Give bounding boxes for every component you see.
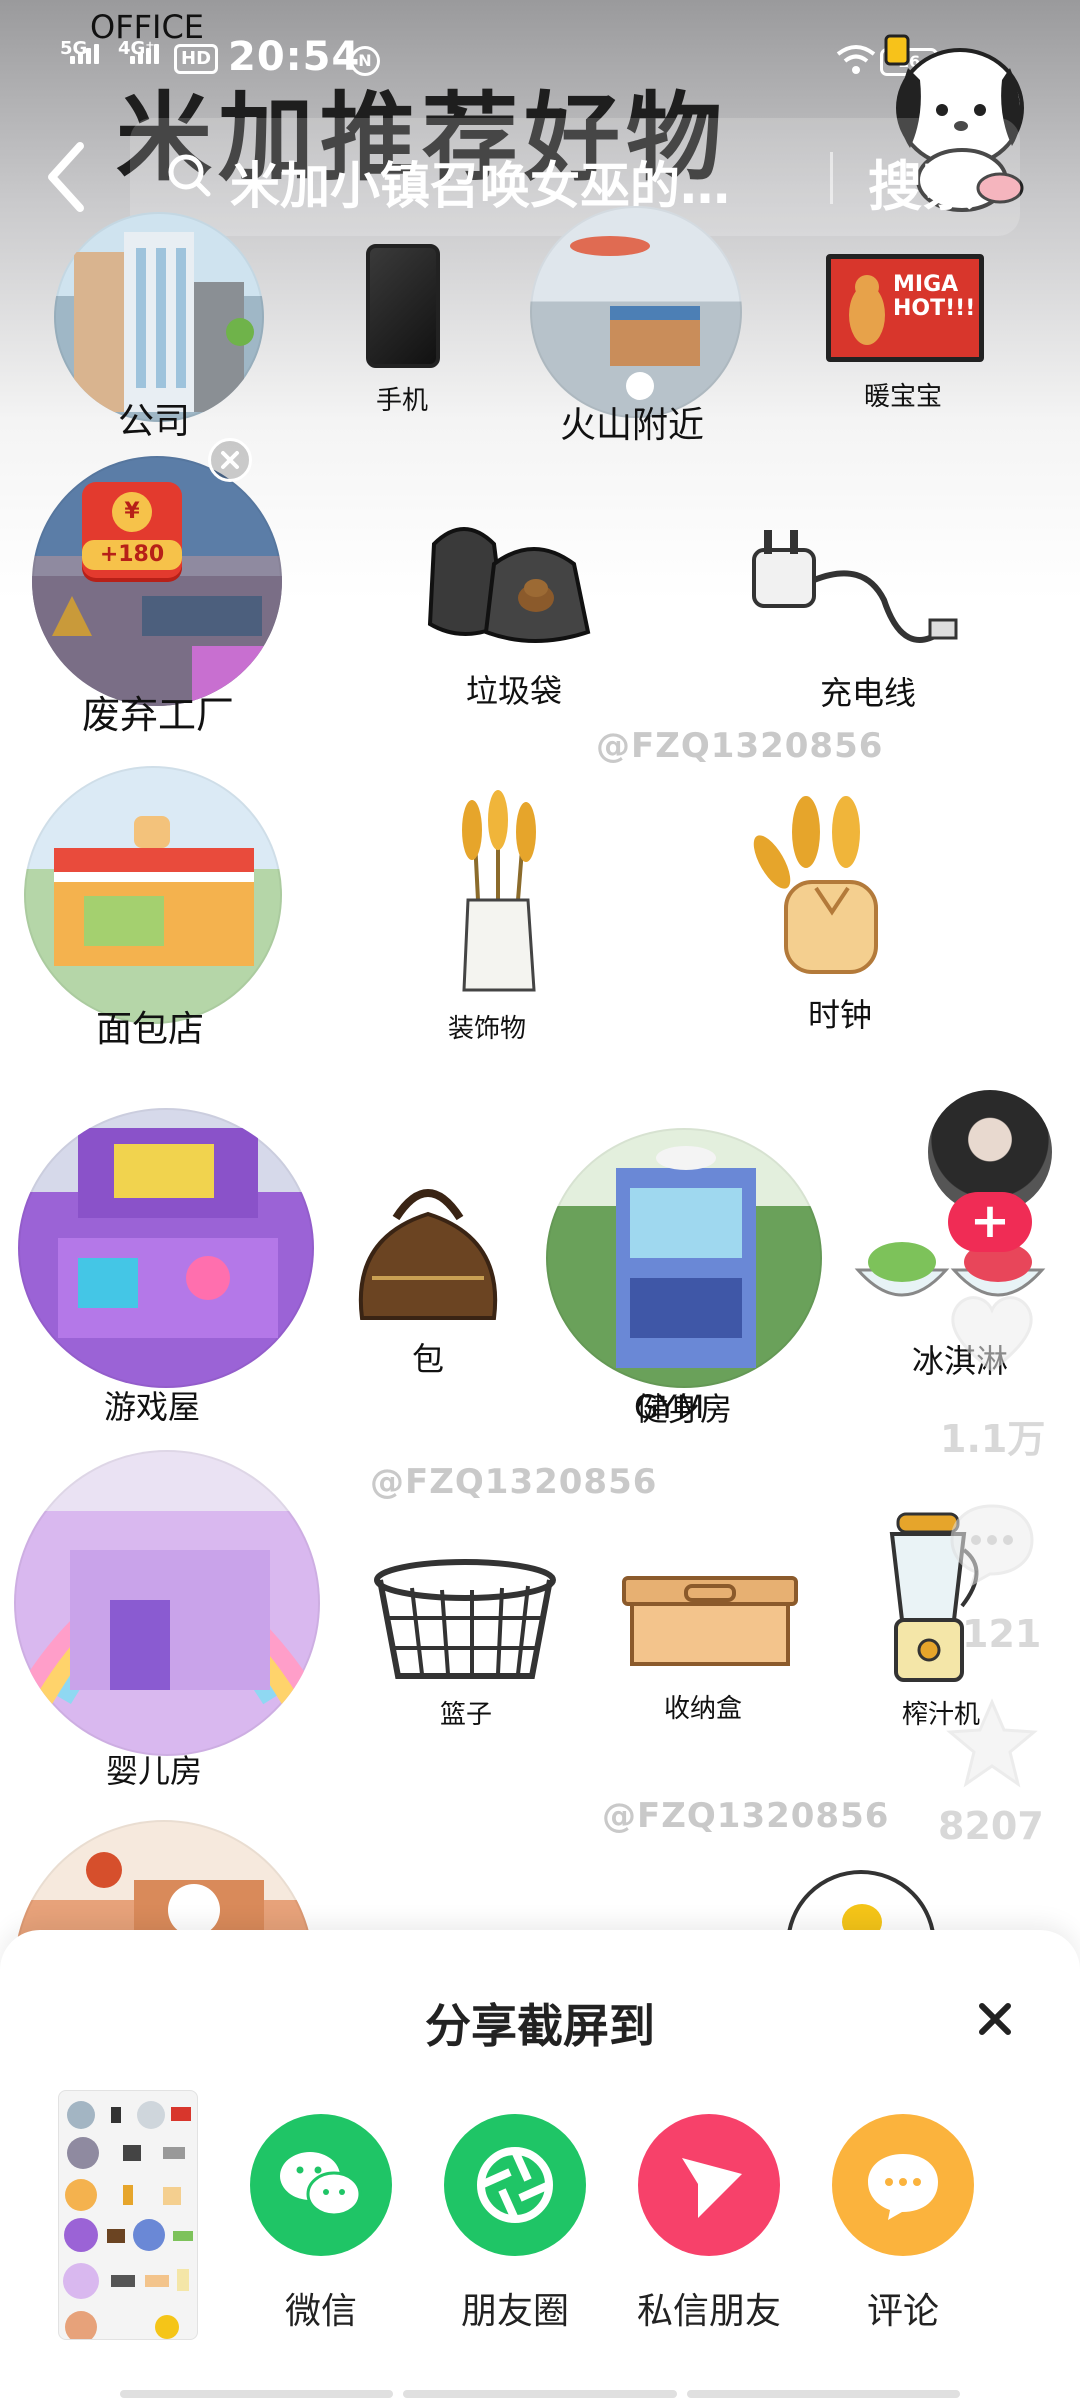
close-icon (979, 2003, 1011, 2035)
signal-bars-icon (70, 44, 99, 64)
share-sheet: 分享截屏到 微信 朋友圈 私信朋友 评论 (0, 1930, 1080, 2400)
nursery-label: 婴儿房 (106, 1752, 203, 1790)
watermark: @FZQ1320856 (602, 1796, 890, 1836)
search-button[interactable]: 搜索 (868, 142, 976, 221)
send-arrow-icon (638, 2114, 780, 2256)
moments-aperture-icon (444, 2114, 586, 2256)
phone-image (366, 244, 440, 368)
bakery-label: 面包店 (96, 1009, 205, 1050)
trash-bag-label: 垃圾袋 (466, 672, 563, 710)
game-house-label: 游戏屋 (104, 1388, 201, 1426)
share-dm-label: 私信朋友 (636, 2291, 781, 2332)
heart-icon[interactable] (944, 1290, 1040, 1376)
comment-count: 121 (962, 1612, 1042, 1656)
share-sheet-close-button[interactable] (970, 1994, 1020, 2044)
volcano-label: 火山附近 (560, 405, 705, 446)
company-label: 公司 (118, 401, 191, 442)
comment-bubble-icon (832, 2114, 974, 2256)
decoration-label: 装饰物 (448, 1014, 527, 1044)
comment-icon[interactable] (946, 1500, 1038, 1586)
chevron-left-icon (48, 142, 84, 212)
share-comment-label: 评论 (866, 2291, 939, 2332)
storage-box-label: 收纳盒 (664, 1694, 743, 1724)
trash-bag-image (427, 527, 591, 643)
yuan-icon: ¥ (112, 492, 152, 532)
nursery-image (14, 1450, 320, 1756)
reward-amount: +180 (82, 540, 182, 570)
share-wechat-label: 微信 (284, 2291, 357, 2332)
watermark: @FZQ1320856 (596, 726, 884, 766)
charger-cable-label: 充电线 (820, 674, 917, 712)
gym-label: 健身房 (636, 1390, 733, 1428)
bakery-image (24, 766, 282, 1024)
clock-label: 时钟 (808, 996, 873, 1034)
clock-image (753, 796, 878, 974)
share-dm-option[interactable]: 私信朋友 (634, 2114, 784, 2334)
favorite-count: 8207 (938, 1804, 1044, 1848)
basket-image (374, 1559, 556, 1679)
game-house-image (18, 1108, 314, 1388)
share-wechat-option[interactable]: 微信 (246, 2114, 396, 2334)
hand-warmer-image: MIGA HOT!!! (826, 254, 984, 362)
company-sign: OFFICE (90, 8, 204, 46)
search-bar[interactable]: 米加小镇召唤女巫的… 搜索 (130, 118, 1020, 236)
storage-box-image (622, 1576, 798, 1666)
basket-label: 篮子 (440, 1700, 493, 1730)
like-count: 1.1万 (940, 1417, 1046, 1461)
star-icon[interactable] (946, 1698, 1038, 1788)
follow-button[interactable]: + (948, 1192, 1032, 1252)
search-divider (830, 152, 833, 204)
back-button[interactable] (36, 132, 96, 222)
wifi-icon (836, 45, 876, 74)
share-moments-label: 朋友圈 (460, 2291, 569, 2332)
volcano-image (530, 206, 742, 418)
phone-label: 手机 (376, 386, 429, 416)
screenshot-thumbnail[interactable] (58, 2090, 198, 2340)
hand-warmer-pack-text: MIGA HOT!!! (893, 272, 976, 321)
hand-warmer-label: 暖宝宝 (864, 382, 943, 412)
wechat-icon (250, 2114, 392, 2256)
decoration-image (462, 790, 536, 992)
bag-label: 包 (412, 1340, 445, 1378)
company-image (54, 212, 264, 422)
bag-image (358, 1189, 498, 1320)
share-moments-option[interactable]: 朋友圈 (440, 2114, 590, 2334)
close-icon (221, 451, 239, 469)
gym-image (546, 1128, 822, 1388)
search-icon (168, 154, 211, 197)
reward-close-button[interactable] (208, 438, 252, 482)
watermark: @FZQ1320856 (370, 1462, 658, 1502)
red-packet-reward[interactable]: ¥ +180 (82, 482, 182, 578)
share-comment-option[interactable]: 评论 (828, 2114, 978, 2334)
charger-cable-image (752, 530, 958, 643)
factory-label: 废弃工厂 (82, 693, 235, 737)
share-sheet-title: 分享截屏到 (425, 1999, 655, 2053)
home-indicator (120, 2390, 960, 2398)
